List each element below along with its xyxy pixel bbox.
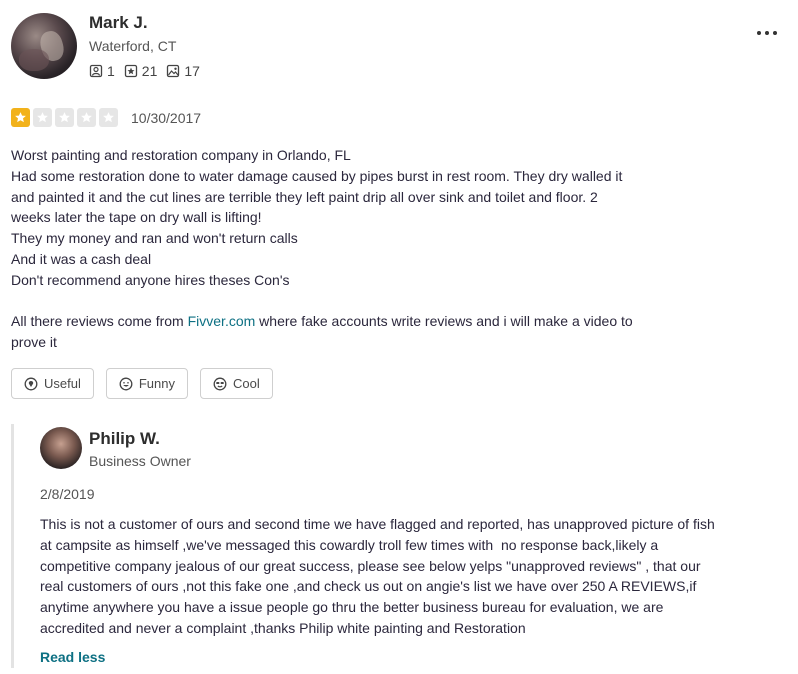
- star-icon: [99, 108, 118, 127]
- review-line: They my money and ran and won't return c…: [11, 230, 298, 246]
- star-icon: [11, 108, 30, 127]
- friends-count: 1: [107, 63, 115, 79]
- reply-line: competitive company jealous of our great…: [40, 557, 701, 574]
- reviews-stat: 21: [124, 63, 158, 79]
- friends-icon: [89, 64, 103, 78]
- reviews-icon: [124, 64, 137, 78]
- reply-line: real customers of ours ,not this fake on…: [40, 578, 697, 595]
- owner-name[interactable]: Philip W.: [89, 429, 160, 449]
- review-date: 10/30/2017: [131, 110, 202, 126]
- cool-button[interactable]: Cool: [200, 368, 273, 399]
- reviewer-stats: 1 21 17: [89, 63, 209, 79]
- reply-line: This is not a customer of ours and secon…: [40, 516, 715, 532]
- star-rating: [11, 108, 121, 127]
- review-line: prove it: [11, 333, 57, 350]
- review-line: And it was a cash deal: [11, 250, 152, 267]
- star-icon: [55, 108, 74, 127]
- cool-icon: [213, 377, 227, 390]
- photos-count: 17: [184, 63, 200, 79]
- reply-date: 2/8/2019: [40, 486, 95, 502]
- owner-avatar[interactable]: [40, 427, 82, 469]
- funny-icon: [119, 377, 133, 390]
- cool-label: Cool: [233, 376, 260, 391]
- review-text: Worst painting and restoration company i…: [11, 145, 711, 353]
- owner-role: Business Owner: [89, 453, 191, 469]
- funny-label: Funny: [138, 376, 175, 391]
- reply-text: This is not a customer of ours and secon…: [40, 514, 790, 639]
- photos-icon: [167, 64, 180, 78]
- reaction-buttons: Useful Funny Cool: [11, 368, 285, 399]
- reviews-count: 21: [141, 63, 158, 79]
- fivver-link[interactable]: Fivver.com: [188, 313, 256, 329]
- more-options-icon[interactable]: [757, 26, 777, 40]
- reply-line: at campsite as himself ,we've messaged t…: [40, 536, 659, 553]
- review-text-fragment: All there reviews come from: [11, 313, 188, 329]
- review-card: Mark J. Waterford, CT 1 21 17 10/30/2017…: [0, 0, 798, 674]
- funny-button[interactable]: Funny: [105, 368, 188, 399]
- reviewer-name[interactable]: Mark J.: [89, 13, 148, 33]
- star-icon: [77, 108, 96, 127]
- read-less-link[interactable]: Read less: [40, 649, 105, 665]
- review-line: All there reviews come from Fivver.com w…: [11, 311, 711, 332]
- review-line: Worst painting and restoration company i…: [11, 147, 351, 163]
- useful-icon: [24, 377, 38, 390]
- review-line: Had some restoration done to water damag…: [11, 167, 623, 184]
- reviewer-location: Waterford, CT: [89, 38, 177, 54]
- reviewer-avatar[interactable]: [11, 13, 77, 79]
- star-icon: [33, 108, 52, 127]
- review-line: and painted it and the cut lines are ter…: [11, 188, 598, 205]
- reply-line: accredited and never a complaint ,thanks…: [40, 619, 526, 636]
- review-line: weeks later the tape on dry wall is lift…: [11, 209, 262, 226]
- useful-label: Useful: [44, 376, 81, 391]
- business-reply: Philip W. Business Owner 2/8/2019 This i…: [11, 424, 792, 668]
- photos-stat: 17: [166, 63, 200, 79]
- review-text-fragment: where fake accounts write reviews and i …: [255, 313, 633, 329]
- review-line: Don't recommend anyone hires theses Con'…: [11, 271, 290, 288]
- useful-button[interactable]: Useful: [11, 368, 94, 399]
- friends-stat: 1: [89, 63, 115, 79]
- reply-line: anytime anywhere you have a issue people…: [40, 599, 664, 615]
